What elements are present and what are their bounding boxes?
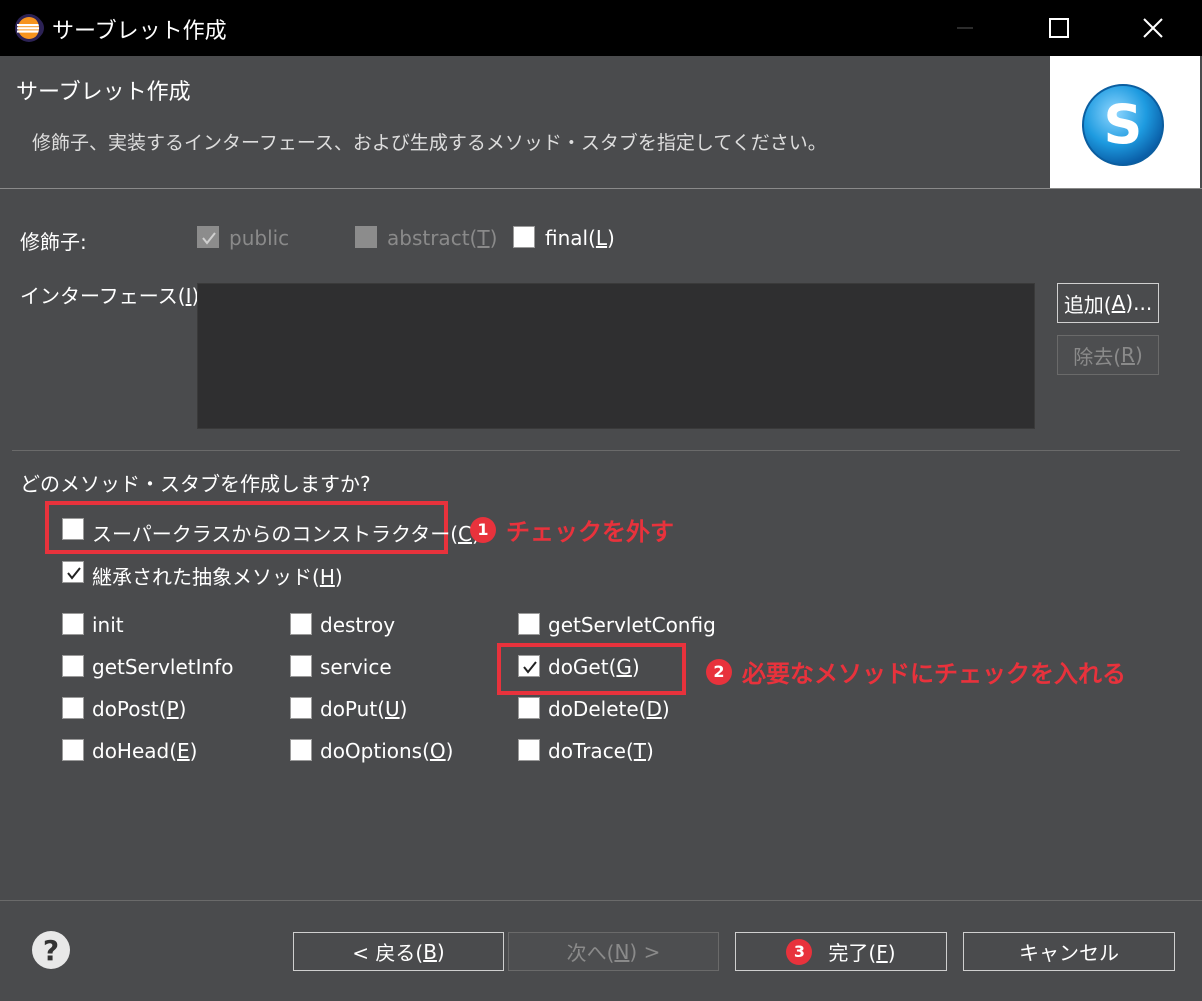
footer-divider (0, 900, 1202, 901)
remove-interface-button: 除去(R) (1057, 335, 1159, 375)
dotrace-label[interactable]: doTrace(T) (548, 739, 654, 763)
help-icon[interactable]: ? (32, 931, 70, 969)
doput-label[interactable]: doPut(U) (320, 697, 407, 721)
svg-text:S: S (1104, 93, 1143, 156)
service-label[interactable]: service (320, 655, 392, 679)
annotation-badge-3: 3 (786, 938, 813, 965)
getservletinfo-label[interactable]: getServletInfo (92, 655, 233, 679)
superclass-ctor-checkbox[interactable] (62, 518, 84, 540)
maximize-button[interactable] (1036, 8, 1082, 48)
modifiers-label: 修飾子: (20, 230, 87, 254)
dodelete-label[interactable]: doDelete(D) (548, 697, 670, 721)
dohead-checkbox[interactable] (62, 739, 84, 761)
page-title: サーブレット作成 (16, 80, 191, 105)
finish-label: 完了(F) (828, 941, 896, 965)
annotation-2: 2 必要なメソッドにチェックを入れる (706, 654, 1126, 689)
getservletinfo-checkbox[interactable] (62, 655, 84, 677)
abstract-checkbox (355, 226, 377, 248)
doput-checkbox[interactable] (290, 697, 312, 719)
close-button[interactable] (1130, 8, 1176, 48)
annotation-badge-2: 2 (706, 658, 732, 685)
dooptions-checkbox[interactable] (290, 739, 312, 761)
destroy-label[interactable]: destroy (320, 613, 395, 637)
public-checkbox (197, 226, 219, 248)
servlet-s-icon: S (1078, 80, 1168, 174)
header-divider (0, 188, 1202, 189)
interfaces-label: インターフェース(I): (20, 284, 206, 308)
page-description: 修飾子、実装するインターフェース、および生成するメソッド・スタブを指定してくださ… (32, 132, 827, 154)
inherited-abstract-checkbox[interactable] (62, 561, 84, 583)
section-divider (12, 450, 1180, 451)
add-interface-button[interactable]: 追加(A)... (1057, 283, 1159, 323)
minimize-button[interactable] (942, 8, 988, 48)
finish-button[interactable]: 3 完了(F) (735, 932, 947, 971)
init-label[interactable]: init (92, 613, 124, 637)
service-checkbox[interactable] (290, 655, 312, 677)
annotation-text-1: チェックを外す (506, 518, 674, 546)
doget-checkbox[interactable] (518, 655, 540, 677)
getservletconfig-label[interactable]: getServletConfig (548, 613, 716, 637)
inherited-abstract-label[interactable]: 継承された抽象メソッド(H) (92, 561, 343, 590)
final-checkbox[interactable] (513, 226, 535, 248)
destroy-checkbox[interactable] (290, 613, 312, 635)
dodelete-checkbox[interactable] (518, 697, 540, 719)
dopost-label[interactable]: doPost(P) (92, 697, 186, 721)
doget-label[interactable]: doGet(G) (548, 655, 640, 679)
cancel-button[interactable]: キャンセル (963, 932, 1175, 971)
public-label: public (229, 226, 290, 250)
dooptions-label[interactable]: doOptions(O) (320, 739, 453, 763)
window-title: サーブレット作成 (52, 19, 227, 44)
superclass-ctor-label[interactable]: スーパークラスからのコンストラクター(C) (92, 518, 480, 547)
dohead-label[interactable]: doHead(E) (92, 739, 197, 763)
back-button[interactable]: < 戻る(B) (293, 932, 504, 971)
interfaces-list[interactable] (197, 283, 1035, 429)
next-button: 次へ(N) > (508, 932, 719, 971)
annotation-text-2: 必要なメソッドにチェックを入れる (742, 660, 1126, 688)
dotrace-checkbox[interactable] (518, 739, 540, 761)
annotation-1: 1 チェックを外す (470, 512, 674, 547)
abstract-label: abstract(T) (387, 226, 498, 250)
logo-panel: S (1050, 56, 1200, 188)
stubs-question: どのメソッド・スタブを作成しますか? (20, 472, 371, 496)
window-titlebar: サーブレット作成 (0, 0, 1202, 56)
dopost-checkbox[interactable] (62, 697, 84, 719)
getservletconfig-checkbox[interactable] (518, 613, 540, 635)
init-checkbox[interactable] (62, 613, 84, 635)
final-label[interactable]: final(L) (545, 226, 615, 250)
eclipse-icon (14, 13, 44, 43)
annotation-badge-1: 1 (470, 516, 496, 543)
